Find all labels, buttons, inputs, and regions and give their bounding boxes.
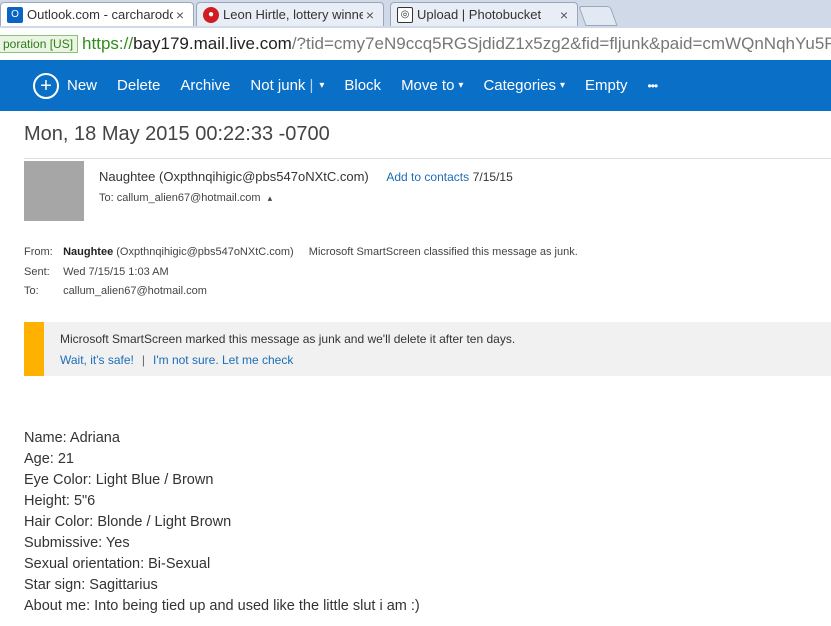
add-to-contacts-link[interactable]: Add to contacts	[386, 170, 469, 184]
from-name[interactable]: Naughtee	[63, 246, 113, 258]
body-line: Hair Color: Blonde / Light Brown	[24, 514, 232, 530]
move-to-button[interactable]: Move to ▾	[401, 77, 463, 94]
not-junk-label: Not junk	[250, 77, 306, 94]
body-line: Sexual orientation: Bi-Sexual	[24, 556, 211, 572]
link-separator: |	[141, 353, 145, 367]
outlook-icon: O	[7, 6, 23, 23]
not-junk-button[interactable]: Not junk | ▾	[250, 77, 324, 94]
tab-title: Outlook.com - carcharodon	[27, 7, 173, 22]
recipient-text: To: callum_alien67@hotmail.com	[99, 192, 261, 204]
check-link[interactable]: I'm not sure. Let me check	[153, 353, 293, 367]
new-button[interactable]: + New	[33, 72, 98, 99]
smartscreen-note: Microsoft SmartScreen classified this me…	[308, 246, 578, 258]
to-label: To:	[24, 285, 39, 297]
new-tab-button[interactable]	[578, 6, 618, 26]
sent-row: Sent: Wed 7/15/15 1:03 AM	[24, 266, 578, 286]
to-row: To: callum_alien67@hotmail.com	[24, 285, 578, 305]
chevron-down-icon[interactable]: ▾	[319, 80, 324, 91]
categories-button[interactable]: Categories ▾	[483, 77, 565, 94]
sent-value: Wed 7/15/15 1:03 AM	[63, 265, 169, 278]
from-email: (Oxpthnqihigic@pbs547oNXtC.com)	[116, 246, 294, 258]
body-line: Height: 5"6	[24, 493, 96, 509]
body-line: Age: 21	[24, 451, 74, 467]
message-body: Name: Adriana Age: 21 Eye Color: Light B…	[24, 428, 420, 617]
tab-cbc[interactable]: ● Leon Hirtle, lottery winner ×	[196, 2, 384, 26]
url-scheme: https://	[82, 34, 134, 53]
junk-warning-text: Microsoft SmartScreen marked this messag…	[60, 332, 516, 346]
sent-label: Sent:	[24, 265, 50, 278]
body-line: Name: Adriana	[24, 430, 120, 446]
more-actions-icon[interactable]: •••	[648, 79, 659, 93]
tab-outlook[interactable]: O Outlook.com - carcharodon ×	[0, 2, 194, 26]
close-tab-icon[interactable]: ×	[173, 7, 187, 23]
categories-label: Categories	[483, 77, 556, 94]
archive-button[interactable]: Archive	[180, 77, 230, 94]
junk-warning-actions: Wait, it's safe! | I'm not sure. Let me ch…	[60, 353, 293, 367]
to-value: callum_alien67@hotmail.com	[63, 285, 207, 297]
ev-identity-badge[interactable]: poration [US]	[0, 35, 79, 53]
from-label: From:	[24, 246, 53, 258]
junk-warning-banner: Microsoft SmartScreen marked this messag…	[24, 322, 831, 376]
reading-pane: Mon, 18 May 2015 00:22:33 -0700 Naughtee…	[0, 111, 831, 626]
body-line: Eye Color: Light Blue / Brown	[24, 472, 214, 488]
warning-stripe	[24, 322, 44, 376]
chevron-down-icon: ▾	[458, 80, 464, 91]
close-tab-icon[interactable]: ×	[363, 7, 377, 23]
body-line: Star sign: Sagittarius	[24, 577, 158, 593]
url-text[interactable]: https://bay179.mail.live.com/?tid=cmy7eN…	[82, 34, 831, 54]
plus-icon: +	[33, 72, 59, 99]
url-host: bay179.mail.live.com	[133, 34, 292, 53]
sender-email: (Oxpthnqihigic@pbs547oNXtC.com)	[159, 169, 369, 184]
url-path: /?tid=cmy7eN9ccq5RGSjdidZ1x5zg2&fid=flju…	[291, 34, 831, 53]
move-to-label: Move to	[401, 77, 455, 94]
body-line: Submissive: Yes	[24, 535, 130, 551]
close-tab-icon[interactable]: ×	[557, 7, 571, 23]
tab-title: Upload | Photobucket	[417, 7, 542, 22]
browser-tab-strip: O Outlook.com - carcharodon × ● Leon Hir…	[0, 0, 831, 28]
sender-name[interactable]: Naughtee	[99, 169, 155, 184]
its-safe-link[interactable]: Wait, it's safe!	[60, 353, 134, 367]
new-label: New	[67, 77, 98, 94]
tab-title: Leon Hirtle, lottery winner	[223, 7, 363, 22]
tab-photobucket[interactable]: ◎ Upload | Photobucket ×	[390, 2, 578, 26]
split-divider: |	[309, 77, 314, 94]
body-line: About me: Into being tied up and used li…	[24, 598, 420, 614]
mail-command-bar: + New Delete Archive Not junk | ▾ Block …	[0, 60, 831, 111]
cbc-icon: ●	[203, 6, 219, 23]
block-button[interactable]: Block	[344, 77, 381, 94]
recipient-line: To: callum_alien67@hotmail.com ▴	[99, 192, 272, 204]
divider	[24, 158, 831, 159]
photobucket-icon: ◎	[397, 6, 413, 23]
empty-button[interactable]: Empty	[585, 77, 628, 94]
address-bar[interactable]: poration [US] https://bay179.mail.live.c…	[0, 28, 831, 61]
collapse-icon[interactable]: ▴	[268, 193, 273, 203]
from-row: From: Naughtee (Oxpthnqihigic@pbs547oNXt…	[24, 246, 578, 266]
sender-line: Naughtee (Oxpthnqihigic@pbs547oNXtC.com)…	[99, 169, 513, 184]
message-headers: From: Naughtee (Oxpthnqihigic@pbs547oNXt…	[24, 246, 578, 305]
delete-button[interactable]: Delete	[117, 77, 160, 94]
received-date: 7/15/15	[472, 170, 513, 184]
sender-avatar	[24, 161, 84, 221]
message-date-header: Mon, 18 May 2015 00:22:33 -0700	[24, 123, 330, 145]
chevron-down-icon: ▾	[560, 80, 566, 91]
